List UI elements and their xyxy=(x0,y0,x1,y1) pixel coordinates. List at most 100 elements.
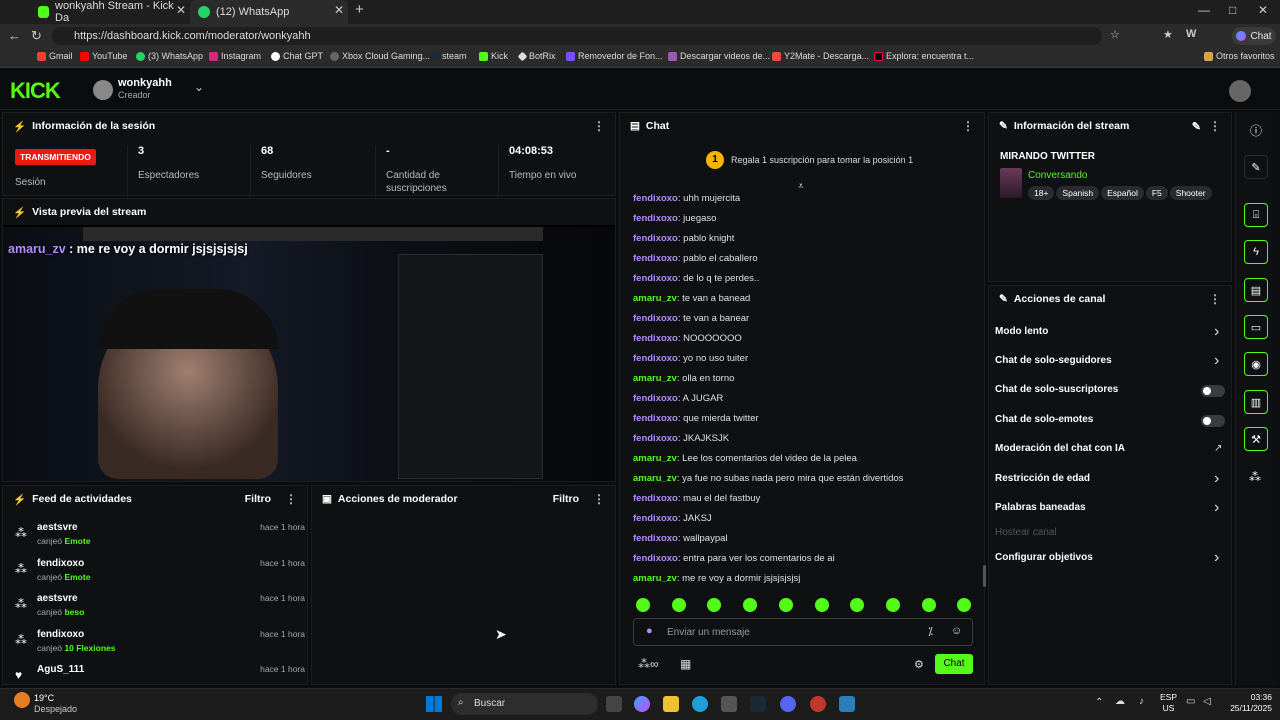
chat-username[interactable]: amaru_zv xyxy=(633,293,677,304)
network-icon[interactable]: ▭ xyxy=(1186,696,1195,707)
extension-icon[interactable]: W xyxy=(1186,28,1196,40)
emote-icon[interactable] xyxy=(778,598,793,612)
chevron-down-icon[interactable]: ⌄ xyxy=(194,80,204,94)
emote-icon[interactable] xyxy=(885,598,900,612)
channel-action-2[interactable]: Chat de solo-suscriptores xyxy=(995,384,1118,395)
info-icon[interactable]: ⓘ xyxy=(1250,122,1262,139)
emote-icon[interactable] xyxy=(921,598,936,612)
chat-username[interactable]: amaru_zv xyxy=(633,473,677,484)
store-icon[interactable] xyxy=(721,696,737,712)
bookmark-y2mate[interactable]: Y2Mate - Descarga... xyxy=(772,51,869,61)
bookmark-youtube[interactable]: YouTube xyxy=(80,51,127,61)
chevron-right-icon[interactable]: › xyxy=(1214,549,1219,567)
more-options-icon[interactable]: ⋮ xyxy=(1209,119,1221,133)
pin-icon[interactable]: ⩡ xyxy=(798,181,804,192)
feed-user[interactable]: fendixoxo xyxy=(37,558,84,569)
bookmark-removedor[interactable]: Removedor de Fon... xyxy=(566,51,663,61)
feed-user[interactable]: aestsvre xyxy=(37,593,78,604)
game-app-icon[interactable] xyxy=(810,696,826,712)
emoji-icon[interactable]: ☺ xyxy=(951,625,962,637)
volume-icon[interactable]: ◁ xyxy=(1203,696,1211,707)
chat-username[interactable]: fendixoxo xyxy=(633,273,678,284)
other-favorites[interactable]: Otros favoritos xyxy=(1204,51,1275,61)
feed-user[interactable]: fendixoxo xyxy=(37,629,84,640)
gift-sub-banner[interactable]: Regala 1 suscripción para tomar la posic… xyxy=(731,155,913,165)
chat-username[interactable]: fendixoxo xyxy=(633,413,678,424)
more-options-icon[interactable]: ⋮ xyxy=(285,492,297,506)
edit-icon[interactable]: ✎ xyxy=(1192,120,1201,133)
chat-username[interactable]: fendixoxo xyxy=(633,393,678,404)
filter-button[interactable]: Filtro xyxy=(553,493,579,505)
chat-username[interactable]: fendixoxo xyxy=(633,353,678,364)
microphone-tray-icon[interactable]: ♪ xyxy=(1139,696,1144,707)
chevron-right-icon[interactable]: › xyxy=(1214,470,1219,488)
channel-action-0[interactable]: Modo lento xyxy=(995,326,1048,337)
bookmark-gmail[interactable]: Gmail xyxy=(37,51,73,61)
weather-icon[interactable] xyxy=(14,692,30,708)
close-window-icon[interactable]: ✕ xyxy=(1258,3,1268,17)
bookmark-steam[interactable]: steam xyxy=(430,51,467,61)
channel-action-6[interactable]: Palabras baneadas xyxy=(995,502,1086,513)
bookmark-xbox[interactable]: Xbox Cloud Gaming... xyxy=(330,51,430,61)
translate-icon[interactable]: ⁒ xyxy=(928,625,933,638)
favorites-icon[interactable]: ★ xyxy=(1163,28,1173,41)
chat-username[interactable]: fendixoxo xyxy=(633,513,678,524)
chat-username[interactable]: fendixoxo xyxy=(633,333,678,344)
bookmark-botrix[interactable]: BotRix xyxy=(517,51,556,61)
language-indicator[interactable]: ESP US xyxy=(1160,692,1177,714)
edge-icon[interactable] xyxy=(692,696,708,712)
emote-icon[interactable] xyxy=(636,598,650,612)
clock[interactable]: 03:36 25/11/2025 xyxy=(1212,692,1272,714)
more-options-icon[interactable]: ⋮ xyxy=(1209,292,1221,306)
more-options-icon[interactable]: ⋮ xyxy=(593,492,605,506)
chat-input-box[interactable]: ● Enviar un mensaje ⁒ ☺ xyxy=(633,618,973,646)
taskbar-search[interactable]: ⌕ Buscar xyxy=(451,693,598,715)
bookmark-chatgpt[interactable]: Chat GPT xyxy=(271,51,323,61)
minimize-icon[interactable]: — xyxy=(1198,3,1210,17)
chat-username[interactable]: amaru_zv xyxy=(633,453,677,464)
feed-user[interactable]: AguS_111 xyxy=(37,664,84,675)
new-tab-icon[interactable]: + xyxy=(355,1,364,18)
channel-action-3[interactable]: Chat de solo-emotes xyxy=(995,414,1093,425)
discord-icon[interactable] xyxy=(780,696,796,712)
bookmark-instagram[interactable]: Instagram xyxy=(209,51,261,61)
chat-username[interactable]: fendixoxo xyxy=(633,433,678,444)
channel-action-8[interactable]: Configurar objetivos xyxy=(995,552,1093,563)
favorite-icon[interactable]: ☆ xyxy=(1110,28,1120,41)
bookmark-tiktok[interactable]: Explora: encuentra t... xyxy=(874,51,974,61)
chevron-right-icon[interactable]: › xyxy=(1214,352,1219,370)
toggle-switch[interactable] xyxy=(1201,385,1225,397)
close-tab-icon[interactable]: ✕ xyxy=(176,3,186,17)
chevron-up-icon[interactable]: ⌃ xyxy=(1095,697,1103,708)
tab-whatsapp[interactable]: (12) WhatsApp xyxy=(190,0,348,24)
copilot-app-icon[interactable] xyxy=(634,696,650,712)
chat-username[interactable]: fendixoxo xyxy=(633,553,678,564)
settings-gear-icon[interactable]: ⚙ xyxy=(914,658,924,671)
user-avatar[interactable] xyxy=(1229,80,1251,102)
cloud-icon[interactable]: ☁ xyxy=(1115,696,1125,707)
filter-button[interactable]: Filtro xyxy=(245,493,271,505)
apps-icon[interactable]: ⁂ xyxy=(1249,470,1261,484)
tab-kick[interactable]: wonkyahh Stream - Kick Da xyxy=(30,0,188,24)
back-icon[interactable]: ← xyxy=(8,28,21,43)
microphone-icon[interactable]: ● xyxy=(646,625,653,637)
chevron-right-icon[interactable]: › xyxy=(1214,323,1219,341)
chat-bubble-icon[interactable]: ▭ xyxy=(1244,315,1268,339)
document-icon[interactable]: ▤ xyxy=(1244,278,1268,302)
category-name[interactable]: Conversando xyxy=(1028,170,1087,181)
chat-username[interactable]: fendixoxo xyxy=(633,213,678,224)
chat-username[interactable]: fendixoxo xyxy=(633,493,678,504)
refresh-icon[interactable]: ↻ xyxy=(31,28,42,44)
maximize-icon[interactable]: □ xyxy=(1229,3,1236,17)
kick-logo[interactable]: KICK xyxy=(10,78,61,104)
channel-action-1[interactable]: Chat de solo-seguidores xyxy=(995,355,1112,366)
emote-icon[interactable] xyxy=(743,598,758,612)
edit-tool-icon[interactable]: ✎ xyxy=(1244,155,1268,179)
more-options-icon[interactable]: ⋮ xyxy=(593,119,605,133)
lightning-icon[interactable]: ϟ xyxy=(1244,240,1268,264)
bookmark-whatsapp[interactable]: (3) WhatsApp xyxy=(136,51,203,61)
toggle-switch[interactable] xyxy=(1201,415,1225,427)
gift-icon[interactable]: ▦ xyxy=(680,657,691,671)
chat-scrollbar[interactable] xyxy=(983,565,986,587)
screen-capture-icon[interactable]: ⌻ xyxy=(1244,203,1268,227)
